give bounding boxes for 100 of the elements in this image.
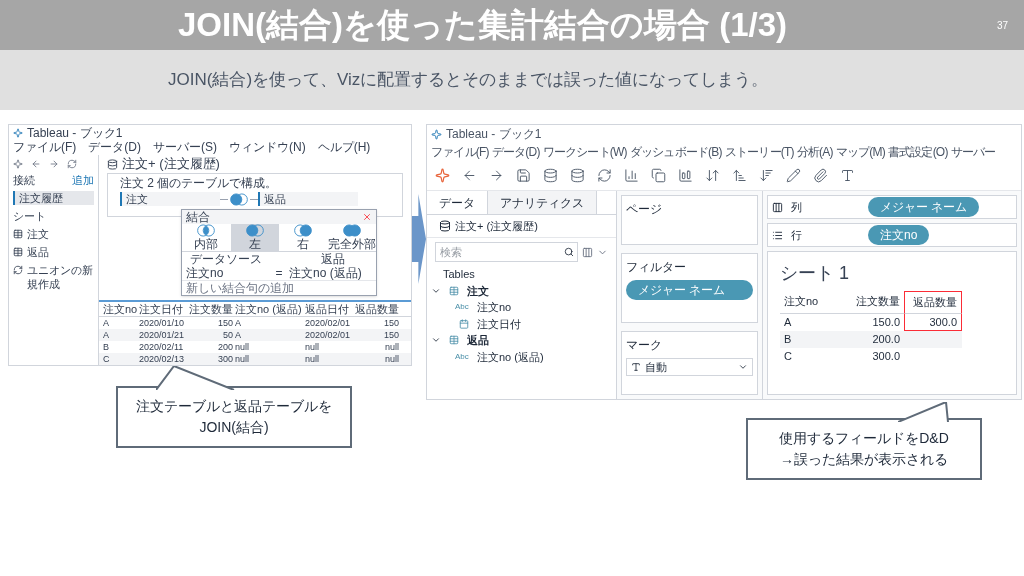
menu-item[interactable]: 分析(A)	[796, 143, 833, 161]
logo-icon[interactable]	[435, 168, 450, 183]
back-icon[interactable]	[31, 159, 41, 169]
callout-text: 使用するフィールドをD&D	[779, 429, 949, 448]
text-icon[interactable]	[840, 168, 855, 183]
union-icon	[13, 265, 23, 275]
menu-item[interactable]: サーバー	[950, 143, 996, 161]
paperclip-icon[interactable]	[813, 168, 828, 183]
tree-item[interactable]: 注文日付	[477, 315, 521, 332]
table-cell-text: 200	[216, 341, 233, 353]
table-bar[interactable]: 注文	[120, 192, 220, 206]
chart-icon[interactable]	[624, 168, 639, 183]
new-union-link[interactable]: ユニオンの新規作成	[27, 263, 94, 291]
sheet-item[interactable]: 注文	[27, 227, 49, 241]
close-icon[interactable]	[362, 212, 372, 222]
database-icon[interactable]	[543, 168, 558, 183]
table-cell-text: null	[384, 353, 399, 365]
column-header: 返品数量	[355, 302, 399, 316]
tree-item[interactable]: 注文	[467, 282, 489, 299]
table-cell-text: 150	[382, 317, 399, 329]
mark-type-dropdown[interactable]: 自動	[626, 358, 753, 376]
sheet-item[interactable]: 返品	[27, 245, 49, 259]
table-cell-text: A	[235, 329, 242, 341]
canvas-caption: 注文 2 個のテーブルで構成。	[120, 176, 279, 190]
window-title: Tableau - ブック1	[27, 125, 123, 140]
clause-field[interactable]: 注文no (返品)	[289, 266, 376, 280]
database-icon[interactable]	[570, 168, 585, 183]
forward-icon[interactable]	[489, 168, 504, 183]
clause-field[interactable]: 注文no	[182, 266, 269, 280]
table-cell-text: 200.0	[871, 332, 901, 347]
chart-icon[interactable]	[678, 168, 693, 183]
menu-item[interactable]: データ(D)	[88, 140, 141, 155]
table-cell-text: A	[783, 314, 793, 330]
sort-icon[interactable]	[759, 168, 774, 183]
forward-icon[interactable]	[49, 159, 59, 169]
column-header: 返品数量	[904, 291, 962, 314]
table-cell-text: 2020/01/10	[139, 317, 186, 329]
datasource-icon	[107, 158, 118, 170]
join-type-button[interactable]: 完全外部	[327, 224, 376, 251]
table-cell-text: C	[103, 353, 111, 365]
back-icon[interactable]	[462, 168, 477, 183]
sort-icon[interactable]	[732, 168, 747, 183]
column-header: 注文no	[780, 291, 840, 314]
shelf-label: 行	[791, 227, 802, 243]
datasource-name[interactable]: 注文+ (注文履歴)	[455, 217, 538, 235]
connection-item[interactable]: 注文履歴	[13, 191, 94, 205]
table-icon	[449, 335, 459, 346]
table-cell-text: A	[235, 317, 242, 329]
menu-item[interactable]: ワークシート(W)	[542, 143, 627, 161]
section-label: 接続	[13, 173, 35, 187]
logo-icon	[431, 128, 442, 140]
table-icon	[13, 247, 23, 257]
menu-item[interactable]: ウィンドウ(N)	[229, 140, 306, 155]
search-field[interactable]: 検索	[435, 242, 578, 262]
menu-item[interactable]: ファイル(F)	[13, 140, 77, 155]
add-clause-hint[interactable]: 新しい結合句の追加	[182, 280, 376, 295]
view-toggle-icon[interactable]	[582, 246, 593, 258]
swap-icon[interactable]	[705, 168, 720, 183]
column-header: 注文日付	[139, 302, 184, 316]
callout-text: →誤った結果が表示される	[780, 450, 948, 469]
menu-item[interactable]: ファイル(F)	[431, 143, 489, 161]
sheet-title: シート 1	[780, 262, 850, 285]
pane-tab[interactable]: アナリティクス	[488, 191, 597, 214]
clause-operator[interactable]: =	[269, 266, 289, 280]
menu-item[interactable]: サーバー(S)	[153, 140, 217, 155]
pencil-icon[interactable]	[786, 168, 801, 183]
menu-item[interactable]: 書式設定(O)	[887, 143, 948, 161]
table-cell-text: 300.0	[871, 348, 901, 364]
text-icon	[631, 362, 641, 372]
menu-item[interactable]: ヘルプ(H)	[317, 140, 371, 155]
page-number: 37	[996, 18, 1008, 33]
menu-item[interactable]: ダッシュボード(B)	[629, 143, 722, 161]
tree-item[interactable]: 返品	[467, 332, 489, 349]
duplicate-icon[interactable]	[651, 168, 666, 183]
logo-icon	[13, 127, 23, 138]
menu-item[interactable]: ストーリー(T)	[724, 143, 794, 161]
join-type-button[interactable]: 左	[230, 224, 279, 251]
add-link[interactable]: 追加	[72, 173, 94, 187]
callout-text: JOIN(結合)	[199, 418, 269, 437]
menu-item[interactable]: データ(D)	[491, 143, 540, 161]
type-label: Abc	[455, 350, 470, 363]
window-title: Tableau - ブック1	[446, 126, 542, 143]
table-cell-text: null	[235, 341, 250, 353]
save-icon[interactable]	[516, 168, 531, 183]
menu-item[interactable]: マップ(M)	[835, 143, 885, 161]
venn-icon	[243, 224, 266, 237]
tree-item[interactable]: 注文no (返品)	[477, 348, 544, 365]
tables-label: Tables	[442, 267, 476, 282]
tree-item[interactable]: 注文no	[477, 299, 512, 316]
refresh-icon[interactable]	[597, 168, 612, 183]
refresh-icon[interactable]	[67, 159, 77, 169]
table-cell-text: 2020/02/11	[139, 341, 185, 353]
table-cell-text: 300	[216, 353, 233, 365]
table-cell-text: 2020/02/13	[139, 353, 186, 365]
dialog-title: 結合	[186, 210, 210, 224]
column-header: 注文数量	[840, 291, 904, 314]
venn-icon	[195, 224, 218, 237]
table-cell-text: 50	[222, 329, 233, 341]
table-bar[interactable]: 返品	[258, 192, 358, 206]
card-title: フィルター	[626, 259, 687, 276]
